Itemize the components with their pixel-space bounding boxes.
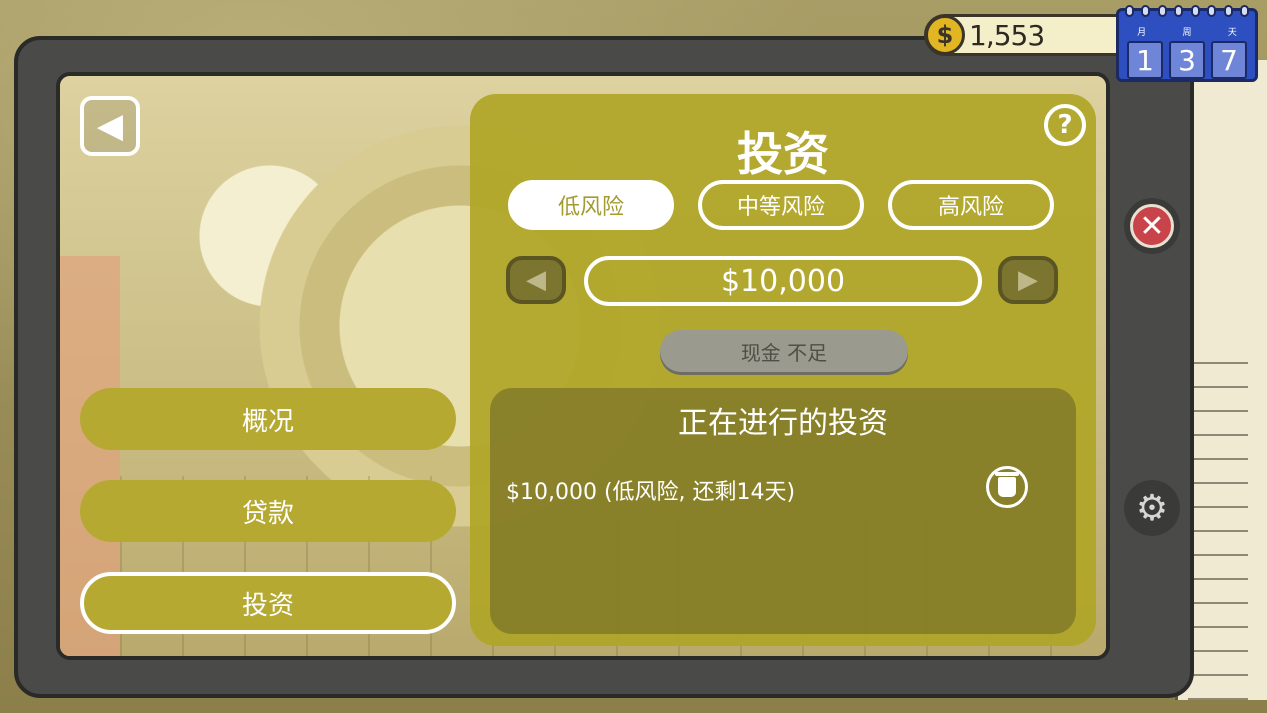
calendar-label-week: 周 <box>1182 28 1192 38</box>
settings-button[interactable]: ⚙ <box>1124 480 1180 536</box>
calendar-month-value: 1 <box>1127 41 1163 79</box>
help-icon[interactable]: ? <box>1044 104 1086 146</box>
coin-icon: $ <box>925 15 965 55</box>
money-display: $ 1,553 <box>924 14 1124 56</box>
back-button[interactable]: ◀ <box>80 96 140 156</box>
calendar-label-month: 月 <box>1137 28 1147 38</box>
investment-panel: 投资 ? 低风险 中等风险 高风险 ◀ $10,000 ▶ 现金 不足 正在进行… <box>470 94 1096 646</box>
calendar-week-value: 3 <box>1169 41 1205 79</box>
decrease-amount-button[interactable]: ◀ <box>506 256 566 304</box>
ongoing-investments-title: 正在进行的投资 <box>678 406 888 441</box>
calendar-rings <box>1125 5 1249 17</box>
tab-low-risk-label: 低风险 <box>557 195 624 220</box>
nav-overview-button[interactable]: 概况 <box>80 388 456 450</box>
nav-loans-button[interactable]: 贷款 <box>80 480 456 542</box>
nav-invest-label: 投资 <box>241 590 294 621</box>
ongoing-investments: 正在进行的投资 $10,000 (低风险, 还剩14天) <box>490 388 1076 634</box>
calendar-day-value: 7 <box>1211 41 1247 79</box>
tab-medium-risk-label: 中等风险 <box>736 195 825 220</box>
investment-item: $10,000 (低风险, 还剩14天) <box>506 480 796 505</box>
trash-icon[interactable] <box>986 466 1028 508</box>
insufficient-cash-button[interactable]: 现金 不足 <box>660 330 908 372</box>
tab-low-risk[interactable]: 低风险 <box>508 180 674 230</box>
close-button[interactable]: ✕ <box>1124 198 1180 254</box>
nav-loans-label: 贷款 <box>241 498 294 529</box>
calendar-digits: 1 3 7 <box>1127 41 1247 79</box>
tab-medium-risk[interactable]: 中等风险 <box>698 180 864 230</box>
tab-high-risk-label: 高风险 <box>937 195 1004 220</box>
close-icon: ✕ <box>1130 204 1174 248</box>
back-arrow-icon: ◀ <box>96 106 124 146</box>
insufficient-cash-label: 现金 不足 <box>740 340 828 365</box>
investment-amount-value: $10,000 <box>720 263 846 299</box>
nav-invest-button[interactable]: 投资 <box>80 572 456 634</box>
arrow-right-icon: ▶ <box>1018 265 1038 295</box>
calendar-labels: 月 周 天 <box>1119 25 1255 38</box>
money-value: 1,553 <box>969 18 1045 52</box>
gear-icon: ⚙ <box>1135 487 1169 529</box>
arrow-left-icon: ◀ <box>526 265 546 295</box>
investment-amount: $10,000 <box>584 256 982 306</box>
calendar: 月 周 天 1 3 7 <box>1116 5 1258 82</box>
tab-high-risk[interactable]: 高风险 <box>888 180 1054 230</box>
tablet-screen: ◀ 概况 贷款 投资 投资 ? 低风险 中等风险 高风险 ◀ $10,000 ▶… <box>56 72 1110 660</box>
calendar-label-day: 天 <box>1227 28 1237 38</box>
panel-title: 投资 <box>737 127 829 181</box>
nav-overview-label: 概况 <box>241 406 294 437</box>
increase-amount-button[interactable]: ▶ <box>998 256 1058 304</box>
